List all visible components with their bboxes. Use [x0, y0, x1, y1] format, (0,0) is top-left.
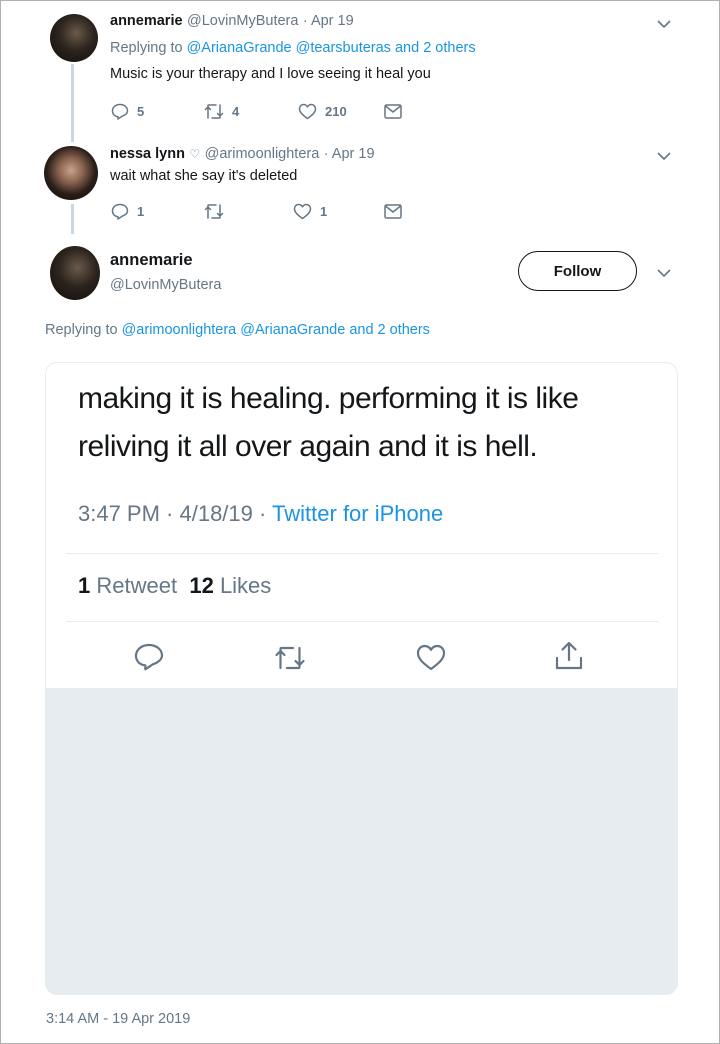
retweet-button[interactable]	[204, 203, 232, 220]
tweet-header: annemarie @LovinMyButera · Apr 19	[110, 12, 354, 30]
embedded-retweet-count: 1	[78, 573, 91, 598]
replying-to: Replying to @arimoonlightera @ArianaGran…	[45, 322, 430, 338]
reply-count: 1	[137, 204, 145, 219]
embedded-tweet-image[interactable]: making it is healing. performing it is l…	[45, 362, 678, 995]
embedded-source: Twitter for iPhone	[272, 501, 444, 526]
tweet-timestamp[interactable]: 3:14 AM - 19 Apr 2019	[46, 1011, 190, 1027]
heart-icon	[416, 644, 446, 671]
divider	[66, 553, 658, 554]
heart-emoji: ♡	[189, 147, 201, 161]
retweet-icon	[275, 646, 305, 670]
thread-line	[71, 64, 74, 142]
embedded-stats: 1 Retweet 12 Likes	[78, 573, 271, 599]
embedded-retweet-label: Retweet	[96, 573, 178, 598]
handle[interactable]: @arimoonlightera	[205, 146, 320, 162]
reply-icon	[134, 643, 164, 671]
reply-button[interactable]: 1	[111, 203, 144, 220]
embedded-text-line: reliving it all over again and it is hel…	[78, 430, 538, 463]
mention-links[interactable]: @ArianaGrande @tearsbuteras	[187, 40, 391, 56]
heart-icon	[298, 103, 317, 120]
reply-button[interactable]: 5	[111, 103, 144, 120]
like-count: 1	[320, 204, 328, 219]
embedded-tweet-content: making it is healing. performing it is l…	[46, 363, 677, 688]
embedded-likes-count: 12	[189, 573, 214, 598]
tweet-text: wait what she say it's deleted	[110, 168, 298, 184]
handle[interactable]: @LovinMyButera	[110, 277, 221, 293]
embedded-likes-label: Likes	[219, 573, 272, 598]
share-icon	[555, 641, 583, 670]
chevron-down-icon[interactable]	[657, 151, 671, 161]
tweet-header: nessa lynn ♡ @arimoonlightera · Apr 19	[110, 145, 375, 163]
divider	[66, 621, 658, 622]
others-link[interactable]: and 2 others	[349, 322, 430, 338]
embedded-text-line: making it is healing. performing it is l…	[78, 382, 579, 415]
tweet-date[interactable]: · Apr 19	[324, 146, 375, 162]
display-name[interactable]: annemarie	[110, 13, 183, 29]
follow-button[interactable]: Follow	[518, 251, 637, 291]
others-link[interactable]: and 2 others	[395, 40, 476, 56]
tweet-date[interactable]: · Apr 19	[303, 13, 354, 29]
display-name[interactable]: annemarie	[110, 251, 193, 270]
thread-line	[71, 204, 74, 234]
chevron-down-icon[interactable]	[657, 19, 671, 29]
avatar[interactable]	[50, 246, 100, 300]
like-button[interactable]: 210	[298, 103, 347, 120]
envelope-icon[interactable]	[384, 104, 402, 119]
retweet-count: 4	[232, 104, 240, 119]
retweet-button[interactable]: 4	[204, 103, 239, 120]
embedded-tweet-text: making it is healing. performing it is l…	[78, 375, 658, 471]
envelope-icon[interactable]	[384, 204, 402, 219]
chevron-down-icon[interactable]	[657, 268, 671, 278]
heart-icon	[293, 203, 312, 220]
mention-links[interactable]: @arimoonlightera @ArianaGrande	[122, 322, 346, 338]
like-button[interactable]: 1	[293, 203, 327, 220]
embedded-time: 3:47 PM · 4/18/19 ·	[78, 501, 267, 526]
retweet-icon	[204, 204, 224, 219]
replying-label: Replying to	[45, 322, 118, 338]
like-count: 210	[325, 104, 347, 119]
reply-count: 5	[137, 104, 145, 119]
display-name[interactable]: nessa lynn	[110, 146, 185, 162]
avatar[interactable]	[44, 146, 98, 200]
reply-icon	[111, 103, 129, 120]
avatar[interactable]	[50, 14, 98, 62]
replying-label: Replying to	[110, 40, 183, 56]
tweet-text: Music is your therapy and I love seeing …	[110, 66, 431, 82]
handle[interactable]: @LovinMyButera	[187, 13, 298, 29]
retweet-icon	[204, 104, 224, 119]
replying-to: Replying to @ArianaGrande @tearsbuteras …	[110, 40, 476, 56]
reply-icon	[111, 203, 129, 220]
embedded-meta: 3:47 PM · 4/18/19 · Twitter for iPhone	[78, 501, 443, 527]
